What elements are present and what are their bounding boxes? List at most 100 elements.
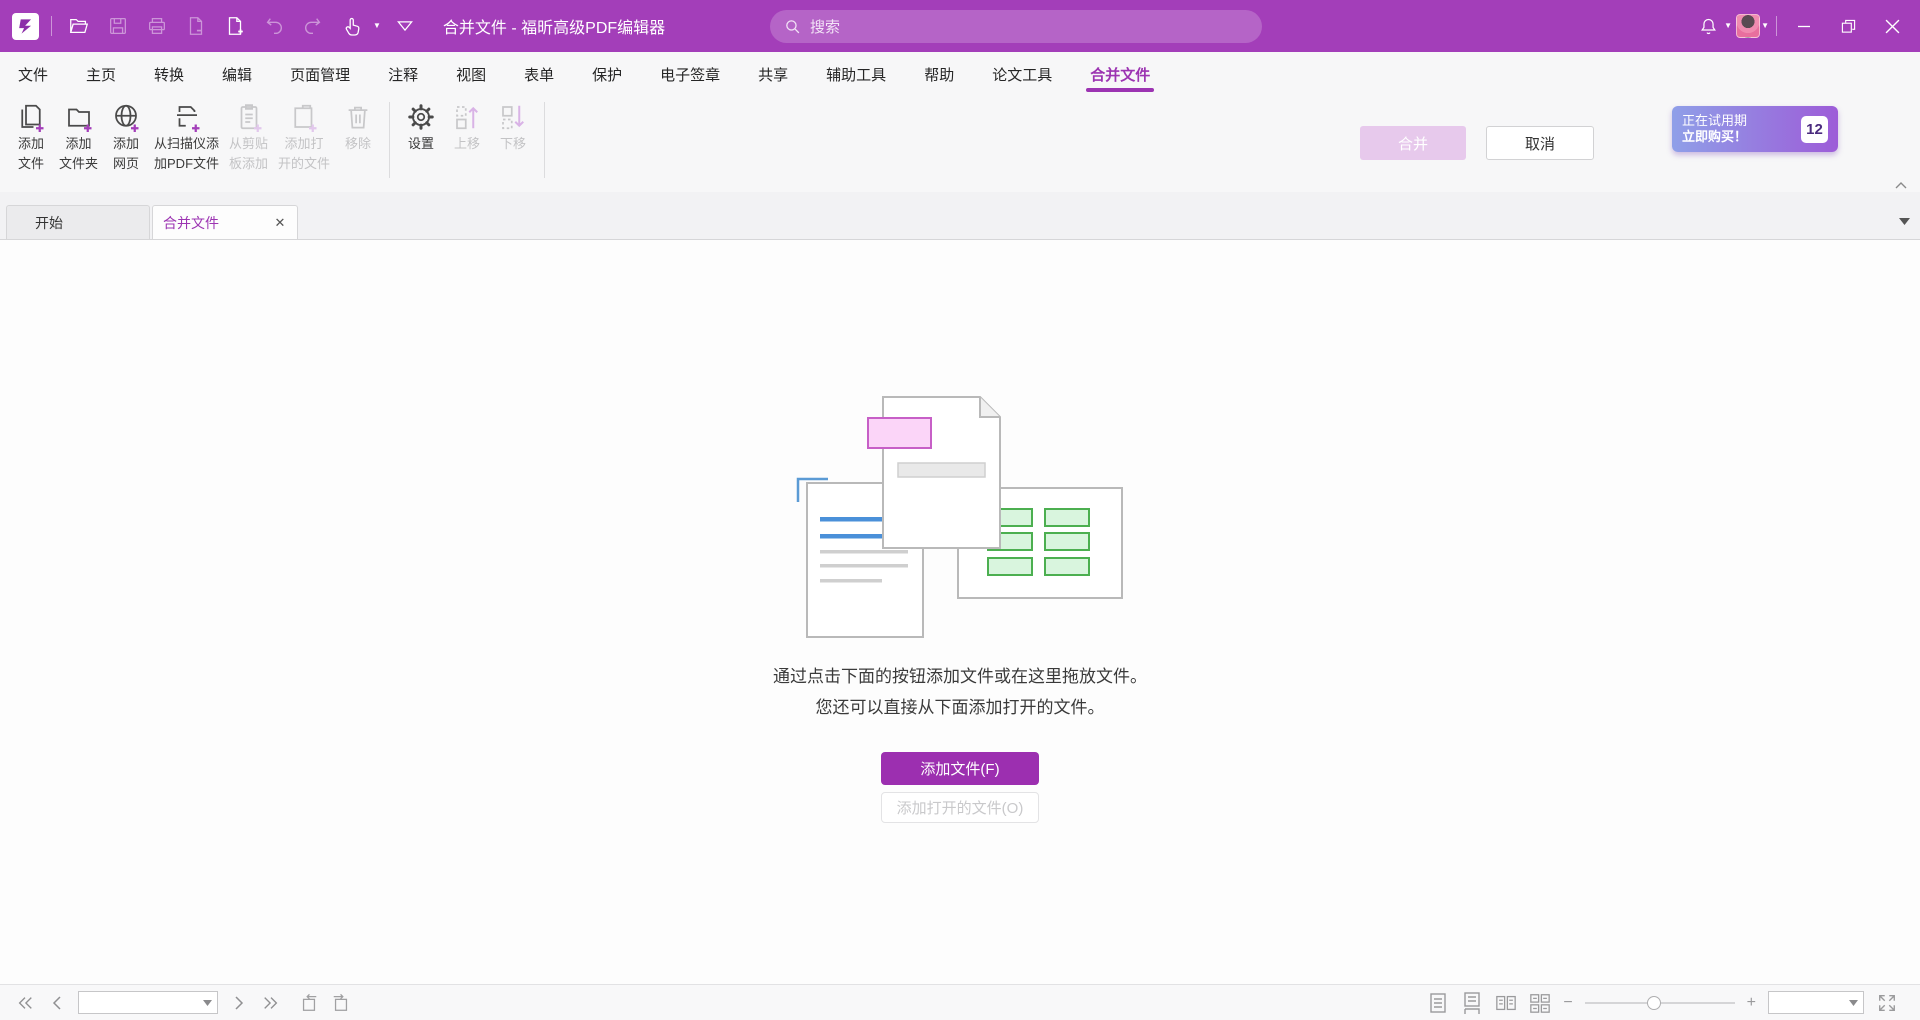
search-placeholder: 搜索	[810, 16, 840, 37]
document-tabbar: 开始 合并文件 ✕	[0, 192, 1920, 240]
toolbar-separator	[389, 102, 390, 178]
fullscreen-icon[interactable]	[1876, 992, 1898, 1014]
previous-page-icon[interactable]	[46, 992, 68, 1014]
single-page-view-icon[interactable]	[1427, 992, 1449, 1014]
select-tool-icon[interactable]	[390, 11, 420, 41]
hand-tool-icon[interactable]	[337, 11, 367, 41]
previous-view-icon[interactable]	[298, 992, 320, 1014]
tool-label: 网页	[113, 155, 139, 172]
menu-tab-view[interactable]: 视图	[456, 52, 486, 96]
add-files-tool[interactable]: 添加 文件	[8, 100, 54, 174]
menu-tab-protect[interactable]: 保护	[592, 52, 622, 96]
avatar[interactable]	[1736, 14, 1760, 38]
tool-label: 上移	[454, 135, 480, 152]
document-minus-icon[interactable]	[181, 11, 211, 41]
menu-tab-esign[interactable]: 电子签章	[660, 52, 720, 96]
cancel-button[interactable]: 取消	[1486, 126, 1594, 160]
next-view-icon[interactable]	[330, 992, 352, 1014]
menu-tab-share[interactable]: 共享	[758, 52, 788, 96]
next-page-icon[interactable]	[228, 992, 250, 1014]
drop-hint-line1: 通过点击下面的按钮添加文件或在这里拖放文件。	[0, 662, 1920, 687]
notifications-dropdown-arrow[interactable]: ▼	[1724, 22, 1732, 30]
menu-tab-home[interactable]: 主页	[86, 52, 116, 96]
menu-tab-convert[interactable]: 转换	[154, 52, 184, 96]
menu-tab-row: 文件 主页 转换 编辑 页面管理 注释 视图 表单 保护 电子签章 共享 辅助工…	[0, 52, 1920, 96]
zoom-in-icon[interactable]: +	[1747, 995, 1756, 1011]
facing-view-icon[interactable]	[1495, 992, 1517, 1014]
tool-label: 下移	[500, 135, 526, 152]
search-input[interactable]: 搜索	[770, 10, 1262, 43]
remove-tool: 移除	[335, 100, 381, 154]
merge-files-panel[interactable]: 通过点击下面的按钮添加文件或在这里拖放文件。 您还可以直接从下面添加打开的文件。…	[0, 241, 1920, 984]
add-from-clipboard-icon	[234, 102, 264, 132]
tab-close-icon[interactable]: ✕	[271, 214, 289, 232]
open-file-icon[interactable]	[64, 11, 94, 41]
tool-label: 板添加	[229, 155, 268, 172]
undo-icon[interactable]	[259, 11, 289, 41]
settings-tool[interactable]: 设置	[398, 100, 444, 154]
doc-tab-label: 开始	[35, 213, 63, 233]
zoom-out-icon[interactable]: −	[1563, 995, 1572, 1011]
restore-button[interactable]	[1828, 8, 1868, 44]
ribbon: 文件 主页 转换 编辑 页面管理 注释 视图 表单 保护 电子签章 共享 辅助工…	[0, 52, 1920, 192]
first-page-icon[interactable]	[14, 992, 36, 1014]
statusbar: − +	[0, 984, 1920, 1020]
menu-tab-form[interactable]: 表单	[524, 52, 554, 96]
buy-now-text: 立即购买！	[1682, 129, 1801, 145]
add-open-files-tool: 添加打 开的文件	[273, 100, 335, 174]
menu-tab-thesis-tools[interactable]: 论文工具	[992, 52, 1052, 96]
menu-tab-edit[interactable]: 编辑	[222, 52, 252, 96]
menu-tab-comment[interactable]: 注释	[388, 52, 418, 96]
ribbon-right-actions: 合并 取消 正在试用期 立即购买！ 12	[1360, 96, 1920, 192]
page-number-combobox[interactable]	[78, 991, 218, 1014]
close-button[interactable]	[1872, 8, 1912, 44]
zoom-level-combobox[interactable]	[1768, 991, 1864, 1014]
print-icon[interactable]	[142, 11, 172, 41]
doc-tab-label: 合并文件	[163, 213, 219, 233]
trial-purchase-badge[interactable]: 正在试用期 立即购买！ 12	[1672, 106, 1838, 152]
foxit-pdf-editor-window: ▼ 合并文件 - 福昕高级PDF编辑器 搜索 ▼ ▼	[0, 0, 1920, 1020]
hand-tool-dropdown-arrow[interactable]: ▼	[373, 22, 381, 30]
tool-label: 文件夹	[59, 155, 98, 172]
add-webpage-icon	[111, 102, 141, 132]
save-icon[interactable]	[103, 11, 133, 41]
search-icon	[784, 18, 801, 35]
facing-continuous-view-icon[interactable]	[1529, 992, 1551, 1014]
tool-label: 设置	[408, 135, 434, 152]
account-dropdown-arrow[interactable]: ▼	[1761, 22, 1769, 30]
minimize-button[interactable]	[1784, 8, 1824, 44]
add-files-button[interactable]: 添加文件(F)	[881, 752, 1039, 785]
add-webpage-tool[interactable]: 添加 网页	[103, 100, 149, 174]
add-open-files-icon	[289, 102, 319, 132]
continuous-view-icon[interactable]	[1461, 992, 1483, 1014]
menu-tab-organize[interactable]: 页面管理	[290, 52, 350, 96]
doc-tab-start[interactable]: 开始	[6, 205, 150, 239]
add-from-scanner-tool[interactable]: 从扫描仪添 加PDF文件	[149, 100, 224, 174]
drop-hint-line2: 您还可以直接从下面添加打开的文件。	[0, 693, 1920, 718]
zoom-slider-thumb[interactable]	[1647, 996, 1661, 1010]
add-documents-illustration	[795, 392, 1125, 642]
combobox-dropdown-arrow	[203, 1000, 212, 1006]
doc-tab-merge-files[interactable]: 合并文件 ✕	[152, 205, 298, 239]
tool-label: 开的文件	[278, 155, 330, 172]
menu-tab-accessibility[interactable]: 辅助工具	[826, 52, 886, 96]
zoom-slider[interactable]	[1585, 996, 1735, 1010]
menu-tab-merge-files[interactable]: 合并文件	[1090, 52, 1150, 96]
notifications-bell-icon[interactable]	[1693, 11, 1723, 41]
add-file-icon	[16, 102, 46, 132]
titlebar-separator	[1776, 16, 1777, 36]
tool-label: 添加	[66, 135, 92, 152]
foxit-logo	[12, 13, 39, 40]
menu-tab-help[interactable]: 帮助	[924, 52, 954, 96]
create-pdf-icon[interactable]	[220, 11, 250, 41]
add-folder-tool[interactable]: 添加 文件夹	[54, 100, 103, 174]
tab-list-dropdown-icon[interactable]	[1899, 213, 1910, 231]
add-open-files-button: 添加打开的文件(O)	[881, 792, 1039, 823]
move-up-icon	[452, 102, 482, 132]
merge-button: 合并	[1360, 126, 1466, 160]
move-down-tool: 下移	[490, 100, 536, 154]
last-page-icon[interactable]	[260, 992, 282, 1014]
redo-icon[interactable]	[298, 11, 328, 41]
add-folder-icon	[64, 102, 94, 132]
menu-tab-file[interactable]: 文件	[18, 52, 48, 96]
